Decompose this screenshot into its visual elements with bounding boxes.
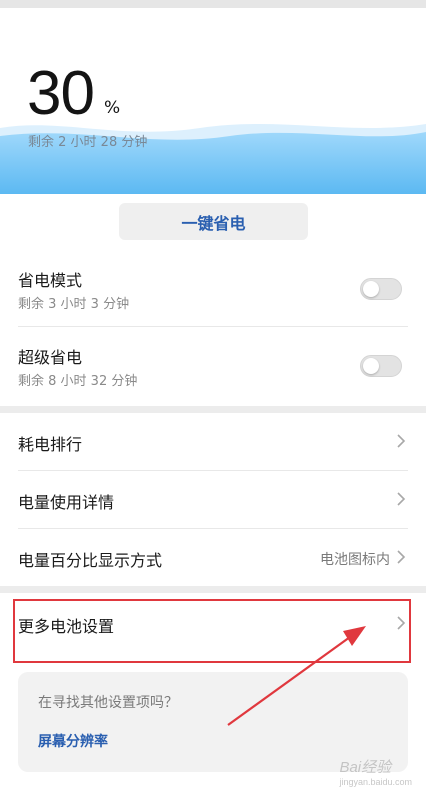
list-item-percent-display[interactable]: 电量百分比显示方式 电池图标内 [0,529,426,586]
chevron-right-icon [397,550,406,564]
divider [18,326,408,327]
mode-title: 省电模式 [18,271,83,290]
battery-status-card: 30 % 剩余 2 小时 28 分钟 [0,8,426,194]
top-strip [0,0,426,8]
chevron-right-icon [397,492,406,506]
toggle-knob [363,358,379,374]
list-item-usage-details[interactable]: 电量使用详情 [0,471,426,528]
mode-title: 超级省电 [18,348,83,367]
row-label: 电量百分比显示方式 [18,551,163,570]
mode-remaining: 剩余 3 小时 3 分钟 [18,297,130,312]
ultra-power-saving-row[interactable]: 超级省电 剩余 8 小时 32 分钟 [18,344,408,414]
row-label: 耗电排行 [18,435,83,454]
suggestion-question: 在寻找其他设置项吗？ [38,695,178,711]
one-key-save-button[interactable]: 一键省电 [119,203,308,240]
list-item-power-ranking[interactable]: 耗电排行 [0,413,426,470]
chevron-right-icon [397,616,406,630]
battery-percent: 30 [27,59,95,128]
battery-info-list: 耗电排行 电量使用详情 电量百分比显示方式 电池图标内 [0,413,426,586]
toggle-knob [363,281,379,297]
screen-resolution-link[interactable]: 屏幕分辨率 [38,731,108,751]
watermark: Bai经验 jingyan.baidu.com [339,756,412,787]
more-battery-settings-row[interactable]: 更多电池设置 [0,593,426,657]
ultra-power-saving-toggle[interactable] [360,355,402,377]
power-saving-mode-toggle[interactable] [360,278,402,300]
mode-remaining: 剩余 8 小时 32 分钟 [18,374,138,389]
row-value: 电池图标内 [320,552,390,568]
row-label: 电量使用详情 [18,493,115,512]
battery-percent-unit: % [104,98,121,118]
watermark-sub: jingyan.baidu.com [339,777,412,787]
row-label: 更多电池设置 [18,617,115,636]
watermark-text: Bai经验 [339,759,392,776]
power-saving-section: 一键省电 省电模式 剩余 3 小时 3 分钟 超级省电 剩余 8 小时 32 分… [0,194,426,406]
chevron-right-icon [397,434,406,448]
battery-remaining-time: 剩余 2 小时 28 分钟 [28,135,148,150]
